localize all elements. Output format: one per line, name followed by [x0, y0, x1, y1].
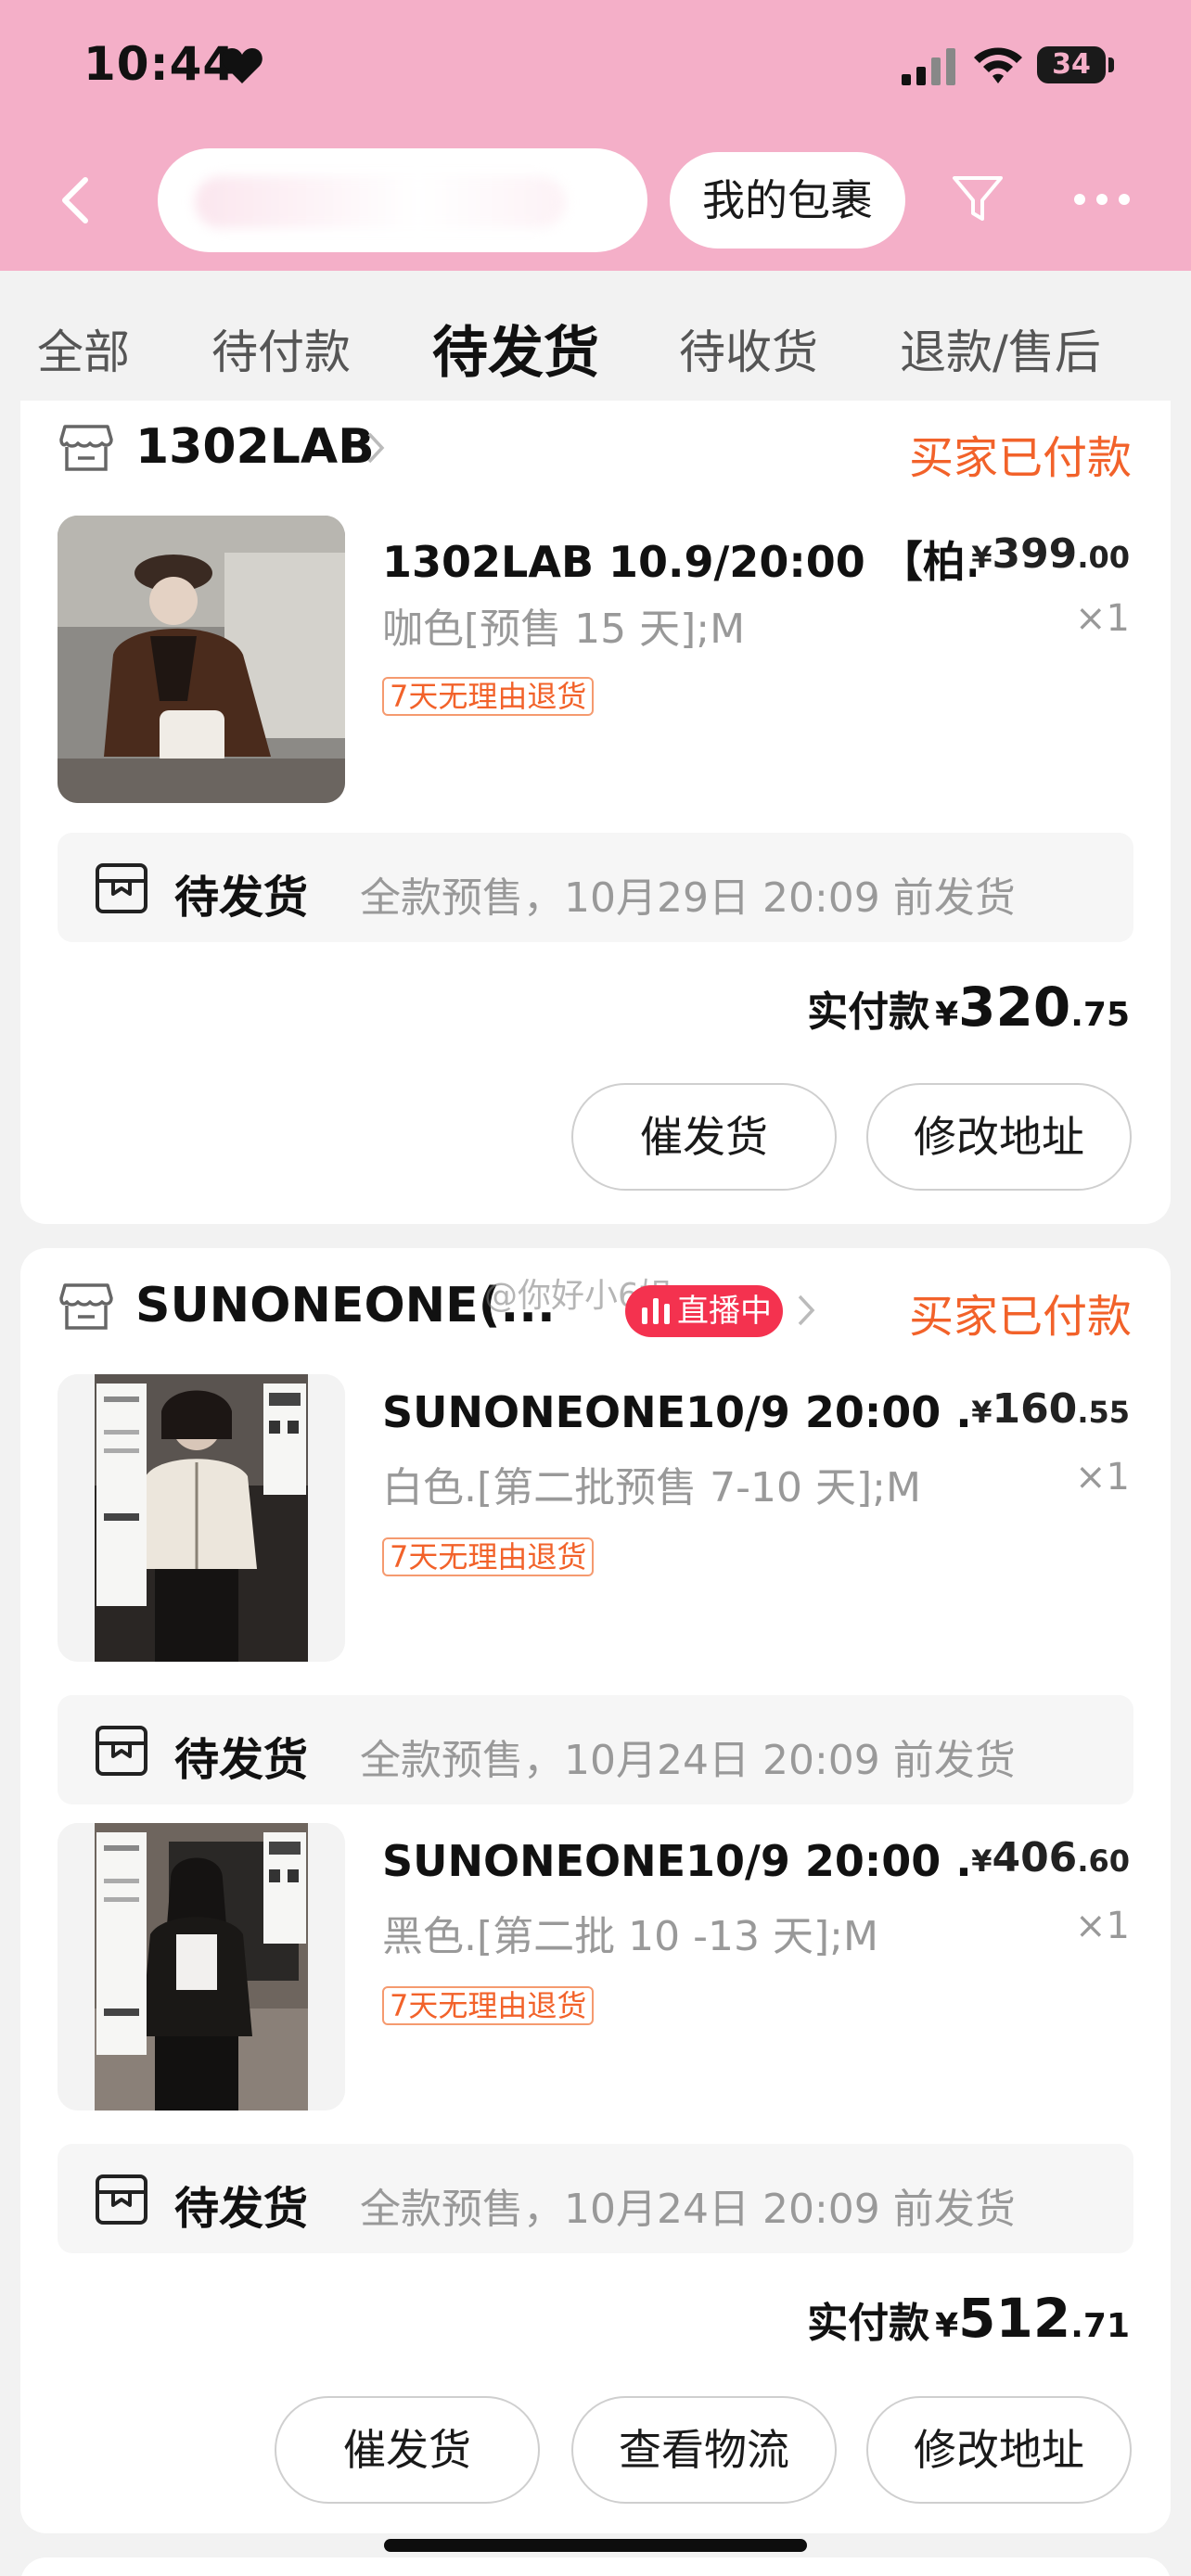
next-order-card-edge: [20, 2557, 1171, 2576]
product-image[interactable]: [58, 1823, 345, 2111]
shipping-note: 全款预售，10月29日 20:09 前发货: [360, 874, 1016, 922]
product-spec: 咖色[预售 15 天];M: [382, 606, 746, 653]
product-qty: ×1: [1075, 1456, 1130, 1498]
shop-name[interactable]: 1302LAB: [135, 419, 375, 475]
shop-icon: [59, 425, 113, 471]
product-title[interactable]: 1302LAB 10.9/20:00 【柏...: [382, 529, 976, 590]
shipping-info[interactable]: 待发货 全款预售，10月24日 20:09 前发货: [58, 2144, 1133, 2253]
shipping-status: 待发货: [174, 872, 309, 924]
paid-total: 实付款 ¥320.75: [807, 976, 1130, 1039]
blurred-content: [195, 176, 566, 228]
order-status: 买家已付款: [908, 432, 1132, 484]
product-price: ¥160.55: [971, 1385, 1130, 1433]
product-qty: ×1: [1075, 597, 1130, 640]
shipping-info[interactable]: 待发货 全款预售，10月29日 20:09 前发货: [58, 833, 1133, 942]
modify-address-button[interactable]: 修改地址: [866, 2396, 1132, 2504]
return-policy-tag: 7天无理由退货: [382, 1986, 595, 2025]
tab-pending-payment[interactable]: 待付款: [211, 315, 351, 382]
product-spec: 黑色.[第二批 10 -13 天];M: [382, 1913, 878, 1960]
package-box-icon: [96, 863, 147, 913]
package-box-icon: [96, 2174, 147, 2225]
shipping-info[interactable]: 待发货 全款预售，10月24日 20:09 前发货: [58, 1695, 1133, 1804]
status-bar: 10:44 34: [0, 0, 1191, 134]
product-title[interactable]: SUNONEONE10/9 20:00 ...: [382, 1387, 976, 1437]
chevron-right-icon[interactable]: [365, 430, 386, 465]
filter-icon[interactable]: [951, 172, 1005, 226]
chevron-right-icon[interactable]: [796, 1293, 816, 1328]
order-card: SUNONEONE(... @你好小6姐 直播中 买家已付款 SUNONEONE…: [20, 1248, 1171, 2533]
product-qty: ×1: [1075, 1905, 1130, 1947]
paid-total: 实付款 ¥512.71: [807, 2287, 1130, 2350]
product-title[interactable]: SUNONEONE10/9 20:00 ...: [382, 1836, 976, 1886]
package-box-icon: [96, 1726, 147, 1776]
home-indicator[interactable]: [384, 2539, 807, 2552]
live-badge[interactable]: 直播中: [625, 1285, 783, 1337]
product-spec: 白色.[第二批预售 7-10 天];M: [382, 1464, 921, 1511]
battery-indicator: 34: [1037, 46, 1106, 83]
more-dots-icon[interactable]: [1072, 187, 1132, 211]
wifi-icon: [974, 47, 1022, 83]
shipping-status: 待发货: [174, 1734, 309, 1786]
return-policy-tag: 7天无理由退货: [382, 677, 595, 716]
modify-address-button[interactable]: 修改地址: [866, 1083, 1132, 1191]
tab-pending-receipt[interactable]: 待收货: [679, 315, 818, 382]
shipping-note: 全款预售，10月24日 20:09 前发货: [360, 1737, 1016, 1784]
search-box[interactable]: [158, 148, 647, 252]
status-time: 10:44: [83, 37, 237, 91]
order-status: 买家已付款: [908, 1291, 1132, 1343]
order-card: 1302LAB 买家已付款 1302LAB 10.9/20:00 【柏... ¥…: [20, 401, 1171, 1224]
shipping-status: 待发货: [174, 2183, 309, 2235]
urge-shipment-button[interactable]: 催发货: [571, 1083, 837, 1191]
back-arrow-icon[interactable]: [54, 171, 98, 230]
battery-tip: [1108, 57, 1114, 72]
product-image[interactable]: [58, 516, 345, 803]
view-logistics-button[interactable]: 查看物流: [571, 2396, 837, 2504]
product-image[interactable]: [58, 1374, 345, 1662]
product-price: ¥399.00: [971, 530, 1130, 578]
cellular-signal-icon: [902, 48, 955, 85]
tab-all[interactable]: 全部: [37, 315, 130, 382]
tab-pending-shipment[interactable]: 待发货: [432, 308, 599, 389]
top-header: 10:44 34 我的包裹: [0, 0, 1191, 271]
product-price: ¥406.60: [971, 1834, 1130, 1881]
return-policy-tag: 7天无理由退货: [382, 1537, 595, 1576]
urge-shipment-button[interactable]: 催发货: [275, 2396, 540, 2504]
order-tabs: 全部 待付款 待发货 待收货 退款/售后: [0, 271, 1191, 401]
heart-icon: [222, 48, 263, 83]
live-bars-icon: [642, 1298, 670, 1324]
tab-refund-aftersale[interactable]: 退款/售后: [900, 315, 1101, 382]
shop-icon: [59, 1283, 113, 1330]
shipping-note: 全款预售，10月24日 20:09 前发货: [360, 2186, 1016, 2233]
my-packages-button[interactable]: 我的包裹: [670, 152, 905, 249]
